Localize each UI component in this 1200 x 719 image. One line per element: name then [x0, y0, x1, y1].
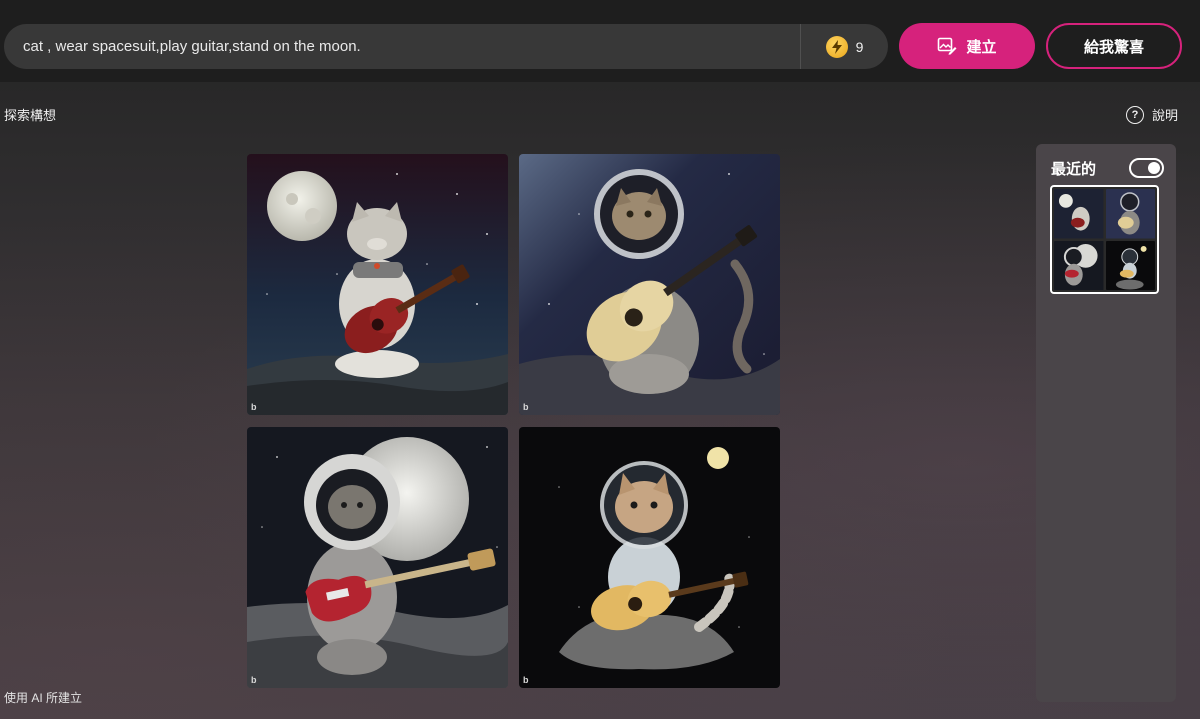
boost-counter[interactable]: 9 — [800, 24, 888, 69]
image-cat-electric-guitar — [247, 427, 508, 688]
footer-ai-note: 使用 AI 所建立 — [4, 691, 83, 705]
bing-watermark: b — [523, 675, 529, 685]
recent-title: 最近的 — [1051, 161, 1097, 178]
result-image-cat-spacesuit-electric-guitar[interactable]: b — [247, 427, 508, 688]
prompt-input[interactable] — [4, 24, 800, 69]
result-image-cat-on-rock-guitar[interactable]: b — [519, 427, 780, 688]
thumbnail-4 — [1105, 240, 1155, 290]
image-results-grid: b b b b — [247, 154, 780, 688]
image-cat-helmet-acoustic — [519, 154, 780, 415]
recent-creation-thumbnail[interactable] — [1050, 185, 1159, 294]
boost-count: 9 — [855, 38, 864, 55]
bing-watermark: b — [251, 402, 257, 412]
create-button-label: 建立 — [966, 38, 997, 56]
lightning-coin-icon — [825, 35, 848, 58]
help-link[interactable]: ? 說明 — [1125, 105, 1178, 124]
top-bar: 9 建立 給我驚喜 — [0, 0, 1200, 82]
thumbnail-2 — [1105, 189, 1155, 239]
question-circle-icon: ? — [1125, 105, 1144, 124]
image-cat-red-guitar — [247, 154, 508, 415]
create-image-icon — [938, 37, 957, 55]
image-cat-on-rock — [519, 427, 780, 688]
result-image-cat-red-guitar-moon[interactable]: b — [247, 154, 508, 415]
result-image-cat-helmet-acoustic-guitar[interactable]: b — [519, 154, 780, 415]
surprise-me-button[interactable]: 給我驚喜 — [1046, 23, 1182, 69]
toggle-knob — [1148, 162, 1160, 174]
help-label: 說明 — [1151, 108, 1178, 123]
create-button[interactable]: 建立 — [899, 23, 1035, 69]
thumbnail-3 — [1054, 240, 1104, 290]
surprise-button-label: 給我驚喜 — [1083, 38, 1144, 56]
recent-panel: 最近的 — [1036, 144, 1176, 702]
thumbnail-1 — [1054, 189, 1104, 239]
recent-toggle[interactable] — [1129, 158, 1164, 178]
bing-watermark: b — [251, 675, 257, 685]
prompt-box: 9 — [4, 24, 888, 69]
bing-watermark: b — [523, 402, 529, 412]
explore-ideas-link[interactable]: 探索構想 — [4, 105, 56, 124]
